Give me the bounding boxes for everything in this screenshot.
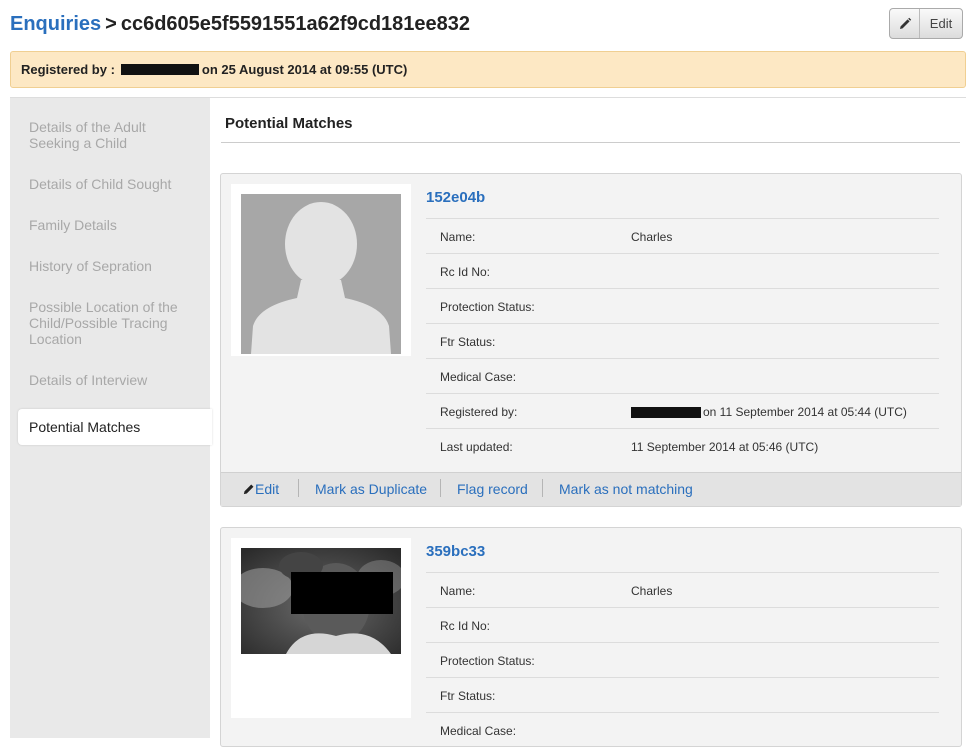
field-value: 11 September 2014 at 05:46 (UTC) bbox=[631, 440, 819, 454]
edit-button-label: Edit bbox=[929, 16, 953, 31]
action-separator bbox=[298, 479, 299, 497]
section-divider bbox=[221, 142, 960, 143]
sidebar-item-separation-history[interactable]: History of Sepration bbox=[29, 258, 199, 274]
child-photo bbox=[241, 548, 401, 654]
breadcrumb: Enquiries > cc6d605e5f5591551a62f9cd181ee8… bbox=[10, 10, 966, 38]
field-label: Medical Case: bbox=[440, 370, 517, 384]
match-actions-bar: Edit Mark as Duplicate Flag record Mark … bbox=[221, 472, 961, 506]
field-row-ftr-status: Ftr Status: bbox=[426, 677, 939, 712]
field-row-protection-status: Protection Status: bbox=[426, 288, 939, 323]
field-label: Name: bbox=[440, 230, 476, 244]
field-label: Last updated: bbox=[440, 440, 513, 454]
match-id-link[interactable]: 359bc33 bbox=[426, 543, 485, 560]
field-row-medical-case: Medical Case: bbox=[426, 712, 939, 747]
field-row-medical-case: Medical Case: bbox=[426, 358, 939, 393]
page-title: cc6d605e5f5591551a62f9cd181ee832 bbox=[120, 13, 471, 35]
sidebar-item-interview-details[interactable]: Details of Interview bbox=[29, 372, 199, 388]
field-row-rc-id: Rc Id No: bbox=[426, 253, 939, 288]
mark-duplicate-link[interactable]: Mark as Duplicate bbox=[315, 481, 427, 497]
field-value: on 11 September 2014 at 05:44 (UTC) bbox=[631, 405, 907, 419]
field-row-last-updated: Last updated: 11 September 2014 at 05:46… bbox=[426, 428, 939, 463]
field-label: Medical Case: bbox=[440, 724, 517, 738]
registration-label: Registered by : bbox=[21, 62, 115, 77]
field-label: Name: bbox=[440, 584, 476, 598]
page-header: Enquiries > cc6d605e5f5591551a62f9cd181ee8… bbox=[10, 8, 966, 40]
sidebar-item-adult-details[interactable]: Details of the Adult Seeking a Child bbox=[29, 119, 199, 151]
field-row-rc-id: Rc Id No: bbox=[426, 607, 939, 642]
sidebar-nav: Details of the Adult Seeking a Child Det… bbox=[10, 98, 212, 738]
field-label: Rc Id No: bbox=[440, 265, 491, 279]
edit-link-label: Edit bbox=[255, 481, 280, 497]
pencil-icon bbox=[890, 9, 920, 38]
edit-record-button[interactable]: Edit bbox=[889, 8, 963, 39]
registered-date: on 11 September 2014 at 05:44 (UTC) bbox=[703, 405, 907, 419]
field-label: Protection Status: bbox=[440, 300, 535, 314]
photo-frame bbox=[231, 184, 411, 356]
avatar-placeholder-icon bbox=[241, 194, 401, 354]
flag-record-link[interactable]: Flag record bbox=[457, 481, 528, 497]
redacted-username bbox=[120, 64, 199, 75]
field-row-name: Name: Charles bbox=[426, 218, 939, 253]
field-row-registered-by: Registered by: on 11 September 2014 at 0… bbox=[426, 393, 939, 428]
section-title: Potential Matches bbox=[225, 115, 353, 132]
field-label: Registered by: bbox=[440, 405, 518, 419]
match-id-link[interactable]: 152e04b bbox=[426, 189, 485, 206]
redacted-username bbox=[631, 407, 701, 419]
field-row-ftr-status: Ftr Status: bbox=[426, 323, 939, 358]
sidebar-item-child-sought[interactable]: Details of Child Sought bbox=[29, 176, 199, 192]
field-row-name: Name: Charles bbox=[426, 572, 939, 607]
field-label: Ftr Status: bbox=[440, 335, 496, 349]
sidebar-item-possible-location[interactable]: Possible Location of the Child/Possible … bbox=[29, 299, 199, 347]
breadcrumb-enquiries-link[interactable]: Enquiries bbox=[10, 13, 101, 35]
photo-frame bbox=[231, 538, 411, 718]
action-separator bbox=[440, 479, 441, 497]
field-row-protection-status: Protection Status: bbox=[426, 642, 939, 677]
field-label: Protection Status: bbox=[440, 654, 535, 668]
sidebar-item-family-details[interactable]: Family Details bbox=[29, 217, 199, 233]
field-label: Rc Id No: bbox=[440, 619, 491, 633]
breadcrumb-separator: > bbox=[105, 13, 117, 35]
action-separator bbox=[542, 479, 543, 497]
registration-banner: Registered by : on 25 August 2014 at 09:… bbox=[10, 51, 966, 88]
field-label: Ftr Status: bbox=[440, 689, 496, 703]
match-card: 152e04b Name: Charles Rc Id No: Protecti… bbox=[220, 173, 962, 507]
pencil-icon bbox=[243, 484, 254, 495]
sidebar-item-potential-matches[interactable]: Potential Matches bbox=[18, 409, 212, 445]
match-card: 359bc33 Name: Charles Rc Id No: Protecti… bbox=[220, 527, 962, 747]
mark-not-matching-link[interactable]: Mark as not matching bbox=[559, 481, 693, 497]
field-value: Charles bbox=[631, 584, 673, 598]
field-value: Charles bbox=[631, 230, 673, 244]
registration-date: on 25 August 2014 at 09:55 (UTC) bbox=[201, 62, 408, 77]
edit-match-link[interactable]: Edit bbox=[243, 481, 279, 497]
